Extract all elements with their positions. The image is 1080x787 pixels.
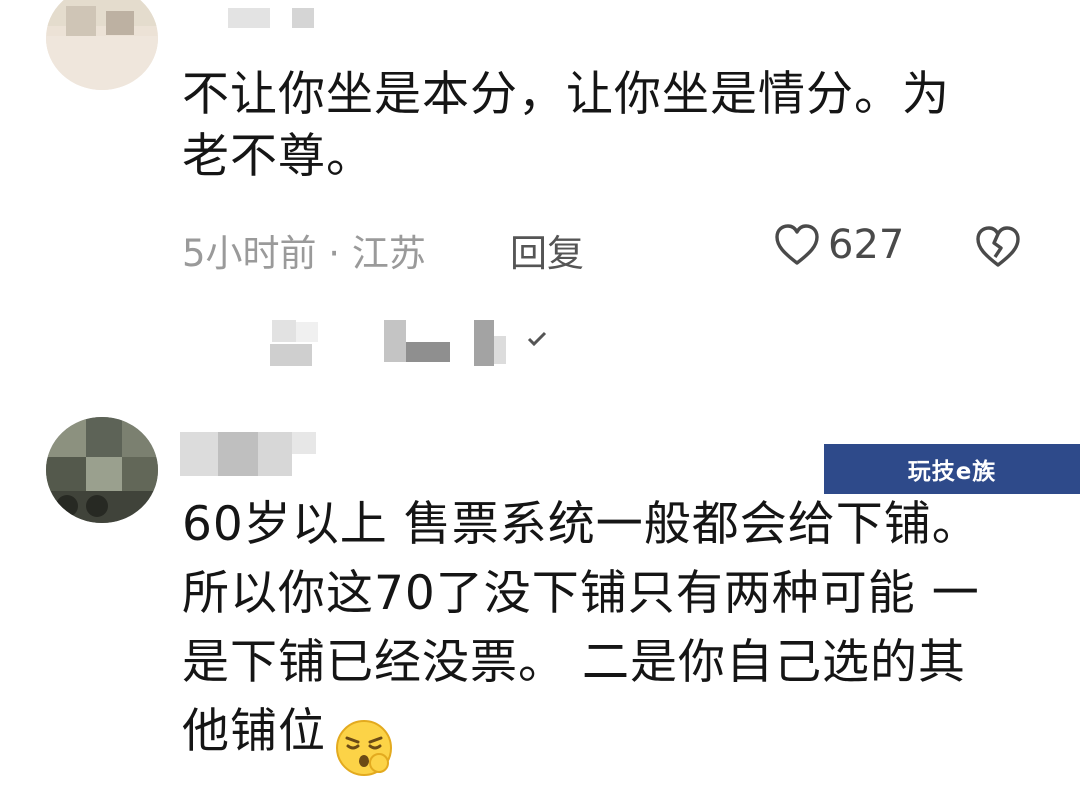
comment-text: 60岁以上 售票系统一般都会给下铺。 所以你这70了没下铺只有两种可能 一 是下… — [182, 497, 980, 759]
username — [218, 432, 258, 476]
reply-author-name — [270, 344, 312, 366]
username — [292, 8, 314, 28]
heart-icon — [775, 224, 819, 265]
reply-author-name — [272, 320, 296, 342]
broken-heart-icon — [976, 226, 1020, 267]
comment-time-location: 5小时前 · 江苏 — [182, 232, 426, 275]
comment-text: 不让你坐是本分，让你坐是情分。为 老不尊。 — [182, 67, 950, 184]
checkmark-icon — [527, 331, 547, 347]
reply-author-name — [494, 336, 506, 364]
dislike-button[interactable] — [975, 226, 1021, 272]
like-count: 627 — [828, 222, 905, 268]
thinking-face-emoji — [336, 720, 392, 776]
username — [180, 432, 218, 476]
username — [292, 432, 316, 454]
like-button[interactable]: 627 — [774, 222, 904, 268]
reply-author-name — [296, 322, 318, 342]
username — [228, 8, 270, 28]
reply-button[interactable]: 回复 — [510, 223, 584, 277]
username — [258, 432, 292, 476]
avatar[interactable] — [46, 0, 158, 90]
reply-author-name — [384, 320, 406, 362]
avatar[interactable] — [46, 417, 158, 523]
reply-author-name — [474, 320, 494, 366]
reply-author-name — [406, 342, 450, 362]
watermark-logo: 玩技e族 — [824, 444, 1080, 494]
